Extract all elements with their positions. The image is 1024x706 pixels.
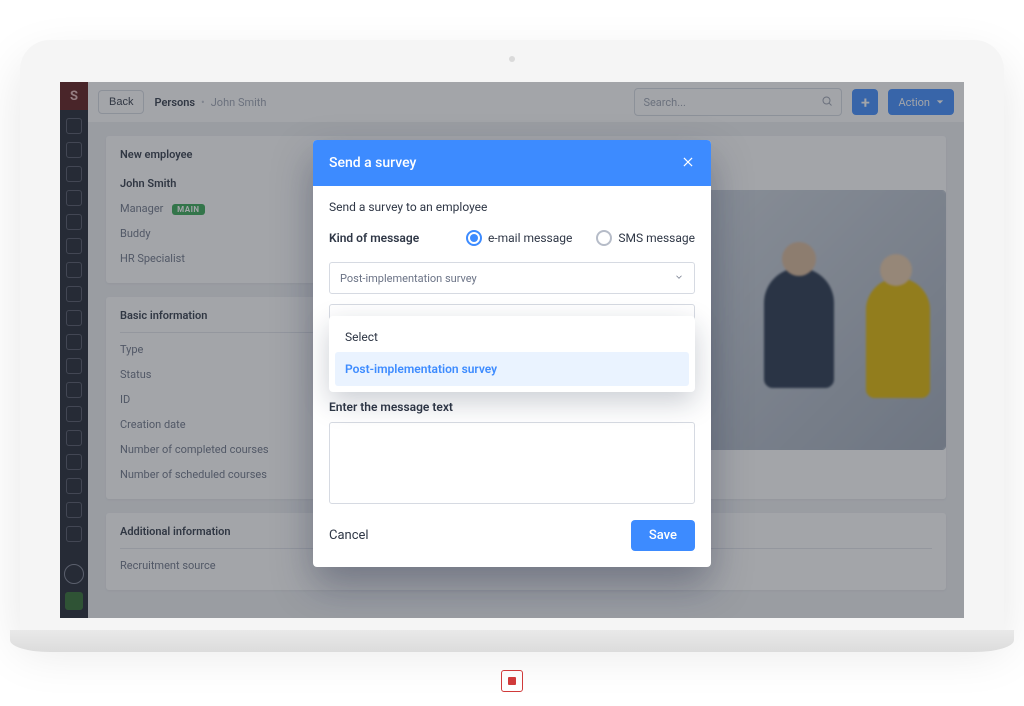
modal-body: Send a survey to an employee Kind of mes… — [313, 186, 711, 504]
close-icon — [681, 155, 695, 169]
radio-email[interactable]: e-mail message — [466, 230, 572, 246]
modal-subtitle: Send a survey to an employee — [329, 200, 695, 214]
close-button[interactable] — [681, 155, 695, 172]
modal-title: Send a survey — [329, 155, 416, 171]
radio-icon — [466, 230, 482, 246]
dropdown-heading: Select — [335, 322, 689, 352]
dropdown-option-post-impl[interactable]: Post-implementation survey — [335, 352, 689, 386]
radio-icon — [596, 230, 612, 246]
radio-sms[interactable]: SMS message — [596, 230, 695, 246]
template-dropdown: Select Post-implementation survey — [329, 316, 695, 392]
brand-mark-icon — [501, 670, 523, 692]
app-screen: S — [60, 82, 964, 618]
kind-label: Kind of message — [329, 231, 442, 245]
save-button[interactable]: Save — [631, 520, 695, 551]
modal-header: Send a survey — [313, 140, 711, 186]
modal-footer: Cancel Save — [313, 504, 711, 567]
modal-layer: Send a survey Send a survey to an employ… — [60, 82, 964, 618]
send-survey-modal: Send a survey Send a survey to an employ… — [313, 140, 711, 567]
camera-dot — [509, 56, 515, 62]
survey-type-select[interactable]: Post-implementation survey — [329, 262, 695, 294]
radio-sms-label: SMS message — [618, 231, 695, 245]
radio-email-label: e-mail message — [488, 231, 572, 245]
kind-of-message-row: Kind of message e-mail message SMS messa… — [329, 230, 695, 246]
laptop-mockup: S — [20, 40, 1004, 630]
message-text-label: Enter the message text — [329, 400, 695, 414]
message-text-area[interactable] — [329, 422, 695, 504]
survey-type-value: Post-implementation survey — [340, 272, 477, 285]
cancel-button[interactable]: Cancel — [329, 528, 369, 543]
chevron-down-icon — [674, 272, 684, 285]
